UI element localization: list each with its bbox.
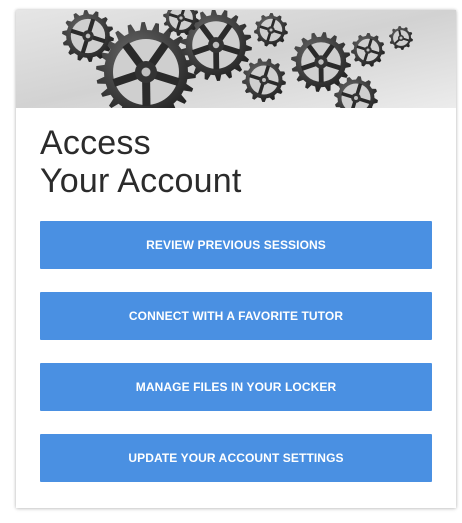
manage-locker-files-button[interactable]: MANAGE FILES IN YOUR LOCKER (40, 363, 432, 411)
title-line-1: Access (40, 124, 151, 162)
title-line-2: Your Account (40, 162, 242, 200)
account-card: Access Your Account REVIEW PREVIOUS SESS… (16, 10, 456, 508)
page-title: Access Your Account (40, 124, 242, 200)
connect-favorite-tutor-button[interactable]: CONNECT WITH A FAVORITE TUTOR (40, 292, 432, 340)
gears-hero-image (16, 10, 456, 108)
update-account-settings-button[interactable]: UPDATE YOUR ACCOUNT SETTINGS (40, 434, 432, 482)
review-previous-sessions-button[interactable]: REVIEW PREVIOUS SESSIONS (40, 221, 432, 269)
